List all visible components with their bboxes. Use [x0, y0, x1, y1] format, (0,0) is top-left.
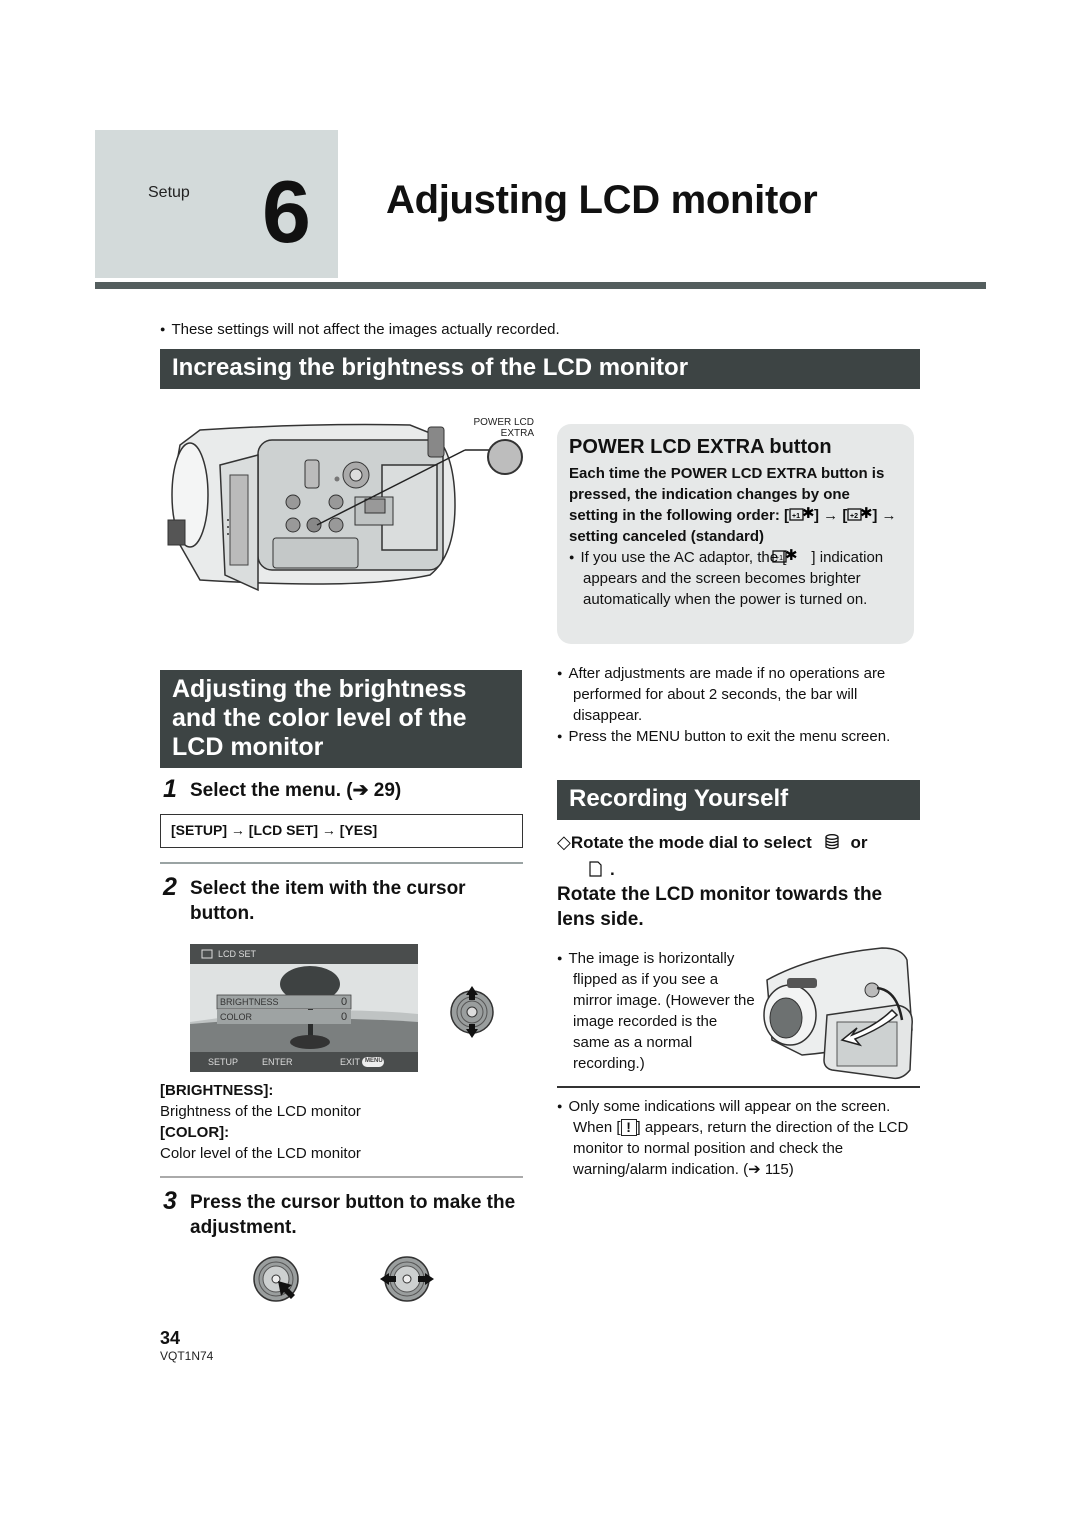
step-3: 3 Press the cursor button to make the ad…	[163, 1187, 523, 1238]
hdd-mode-icon	[824, 832, 840, 857]
desc-text-color: Color level of the LCD monitor	[160, 1145, 361, 1162]
warning-icon: !	[620, 1119, 637, 1136]
lcd-item-brightness-value: 0	[341, 996, 348, 1008]
desc-text-brightness: Brightness of the LCD monitor	[160, 1103, 361, 1120]
lcd-item-color-value: 0	[341, 1011, 348, 1023]
lcd-set-screen: LCD SET BRIGHTNESS 0 COLOR 0 SETUP ENTER…	[190, 944, 418, 1072]
desc-label-brightness: [BRIGHTNESS]:	[160, 1082, 274, 1099]
divider	[160, 862, 523, 864]
chapter-number: 6	[262, 162, 311, 261]
lcd-footer-setup: SETUP	[208, 1057, 239, 1067]
power-lcd-extra-info-box: POWER LCD EXTRA button Each time the POW…	[557, 424, 914, 644]
info-box-description: Each time the POWER LCD EXTRA button is …	[569, 465, 897, 545]
menu-button-icon: MENU	[365, 1058, 383, 1064]
mirror-image-note: The image is horizontally flipped as if …	[557, 948, 757, 1074]
lcd-plus1-icon: +1 ✱	[772, 546, 811, 564]
lcd-plus1-icon: +1 ✱	[789, 504, 815, 522]
heading-line: LCD monitor	[172, 733, 324, 761]
step-text: Select the menu. (➔ 29)	[190, 780, 402, 801]
lcd-footer-exit: EXIT	[340, 1057, 361, 1067]
item-descriptions: [BRIGHTNESS]: Brightness of the LCD moni…	[160, 1080, 520, 1164]
svg-text:+1: +1	[792, 513, 800, 520]
lcd-set-title: LCD SET	[218, 949, 257, 959]
note-item: After adjustments are made if no operati…	[557, 663, 922, 726]
section-heading-brightness: Increasing the brightness of the LCD mon…	[160, 349, 920, 389]
step-number: 2	[163, 873, 177, 901]
callout-label-line2: EXTRA	[500, 428, 534, 439]
step-number: 1	[163, 775, 177, 803]
camcorder-rotate-lcd-illustration	[762, 940, 922, 1080]
divider	[557, 1086, 920, 1088]
step-2: 2 Select the item with the cursor button…	[163, 873, 523, 924]
intro-note: These settings will not affect the image…	[160, 321, 559, 338]
note-item: Press the MENU button to exit the menu s…	[557, 726, 922, 747]
lcd-plus2-icon: +2 ✱	[847, 504, 873, 522]
step-number: 3	[163, 1187, 177, 1215]
step-text: Select the item with the cursor button.	[190, 878, 466, 924]
warning-indication-note: Only some indications will appear on the…	[557, 1096, 922, 1180]
page-title: Adjusting LCD monitor	[386, 178, 818, 222]
svg-text:+2: +2	[850, 513, 858, 520]
info-box-note: If you use the AC adaptor, the [+1✱] ind…	[569, 546, 902, 610]
mode-dial-instruction: ◇Rotate the mode dial to select or .	[557, 830, 920, 884]
divider	[160, 1176, 523, 1178]
info-box-title: POWER LCD EXTRA button	[569, 436, 832, 458]
step-1: 1 Select the menu. (➔ 29)	[163, 775, 401, 804]
after-adjustment-notes: After adjustments are made if no operati…	[557, 663, 922, 747]
heading-line: Adjusting the brightness	[172, 675, 467, 703]
callout-label-line1: POWER LCD	[473, 417, 534, 428]
document-code: VQT1N74	[160, 1349, 214, 1363]
svg-text:✱: ✱	[802, 506, 814, 522]
power-lcd-extra-label: POWER LCD EXTRA	[472, 417, 534, 439]
svg-text:+1: +1	[775, 555, 783, 562]
menu-path: [SETUP] → [LCD SET] → [YES]	[160, 814, 523, 848]
chapter-label: Setup	[148, 184, 190, 201]
cursor-left-right-icon	[380, 1255, 434, 1303]
header-divider	[95, 282, 986, 289]
section-heading-recording: Recording Yourself	[557, 780, 920, 820]
cursor-up-down-icon	[448, 986, 496, 1038]
sd-card-mode-icon	[589, 859, 602, 884]
lcd-item-color: COLOR	[220, 1012, 253, 1022]
step-text: Press the cursor button to make the adju…	[190, 1192, 516, 1238]
page-number: 34	[160, 1328, 181, 1348]
section-heading-adjust: Adjusting the brightness and the color l…	[160, 670, 522, 768]
lcd-item-brightness: BRIGHTNESS	[220, 997, 279, 1007]
rotate-lcd-heading: Rotate the LCD monitor towards the lens …	[557, 884, 883, 930]
desc-label-color: [COLOR]:	[160, 1124, 230, 1141]
diamond-icon: ◇	[557, 832, 571, 852]
svg-text:✱: ✱	[860, 506, 872, 522]
lcd-footer-enter: ENTER	[262, 1057, 293, 1067]
svg-text:✱: ✱	[785, 548, 797, 564]
cursor-press-center-icon	[252, 1255, 302, 1303]
heading-line: and the color level of the	[172, 704, 467, 732]
